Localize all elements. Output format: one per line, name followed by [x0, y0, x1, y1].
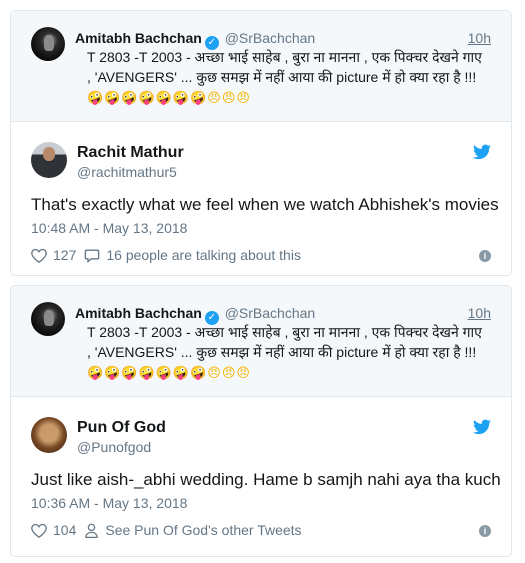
twitter-bird-icon[interactable]	[473, 419, 491, 435]
tweet-timestamp[interactable]: 10h	[468, 305, 491, 321]
profile-link[interactable]: See Pun Of God's other Tweets	[84, 522, 302, 538]
author-handle[interactable]: @SrBachchan	[225, 30, 315, 46]
author-handle[interactable]: @SrBachchan	[225, 305, 315, 321]
avatar[interactable]	[31, 142, 67, 178]
other-tweets-link: See Pun Of God's other Tweets	[105, 522, 302, 538]
heart-icon	[31, 248, 47, 263]
tweet-timestamp[interactable]: 10h	[468, 30, 491, 46]
info-icon[interactable]: i	[479, 525, 491, 537]
quoted-tweet[interactable]: Amitabh Bachchan ✓ @SrBachchan 10h T 2803…	[11, 11, 511, 122]
person-icon	[85, 523, 99, 538]
avatar[interactable]	[31, 302, 65, 336]
author-handle[interactable]: @Punofgod	[77, 439, 151, 455]
emoji-row: 🤪🤪🤪🤪🤪🤪🤪😠😠😠	[87, 91, 251, 106]
conversation-link[interactable]: 16 people are talking about this	[84, 247, 301, 263]
like-count: 127	[53, 247, 77, 263]
reply-date[interactable]: 10:36 AM - May 13, 2018	[31, 495, 187, 511]
quoted-text-body: T 2803 -T 2003 - अच्छा भाई साहेब , बुरा …	[87, 324, 482, 360]
tweet-card: Amitabh Bachchan ✓ @SrBachchan 10h T 2803…	[10, 285, 512, 557]
conversation-count: 16 people are talking about this	[106, 247, 301, 263]
speech-bubble-icon	[85, 249, 100, 263]
author-name[interactable]: Amitabh Bachchan	[75, 305, 202, 321]
quoted-text: T 2803 -T 2003 - अच्छा भाई साहेब , बुरा …	[87, 322, 487, 384]
reply-date[interactable]: 10:48 AM - May 13, 2018	[31, 220, 187, 236]
author-handle[interactable]: @rachitmathur5	[77, 164, 177, 180]
quoted-text-body: T 2803 -T 2003 - अच्छा भाई साहेब , बुरा …	[87, 49, 482, 85]
info-icon[interactable]: i	[479, 250, 491, 262]
reply-text: Just like aish-_abhi wedding. Hame b sam…	[31, 470, 501, 489]
reply-text: That's exactly what we feel when we watc…	[31, 195, 499, 214]
author-name[interactable]: Rachit Mathur	[77, 144, 184, 162]
author-name[interactable]: Pun Of God	[77, 419, 166, 437]
like-button[interactable]: 104	[31, 522, 76, 538]
like-button[interactable]: 127	[31, 247, 76, 263]
twitter-bird-icon[interactable]	[473, 144, 491, 160]
avatar[interactable]	[31, 417, 67, 453]
tweet-card: Amitabh Bachchan ✓ @SrBachchan 10h T 2803…	[10, 10, 512, 276]
quoted-text: T 2803 -T 2003 - अच्छा भाई साहेब , बुरा …	[87, 47, 487, 109]
quoted-tweet[interactable]: Amitabh Bachchan ✓ @SrBachchan 10h T 2803…	[11, 286, 511, 397]
avatar[interactable]	[31, 27, 65, 61]
heart-icon	[31, 523, 47, 538]
like-count: 104	[53, 522, 77, 538]
action-bar: 104 See Pun Of God's other Tweets	[31, 522, 310, 538]
author-name[interactable]: Amitabh Bachchan	[75, 30, 202, 46]
action-bar: 127 16 people are talking about this	[31, 247, 309, 263]
emoji-row: 🤪🤪🤪🤪🤪🤪🤪😠😠😠	[87, 366, 251, 381]
